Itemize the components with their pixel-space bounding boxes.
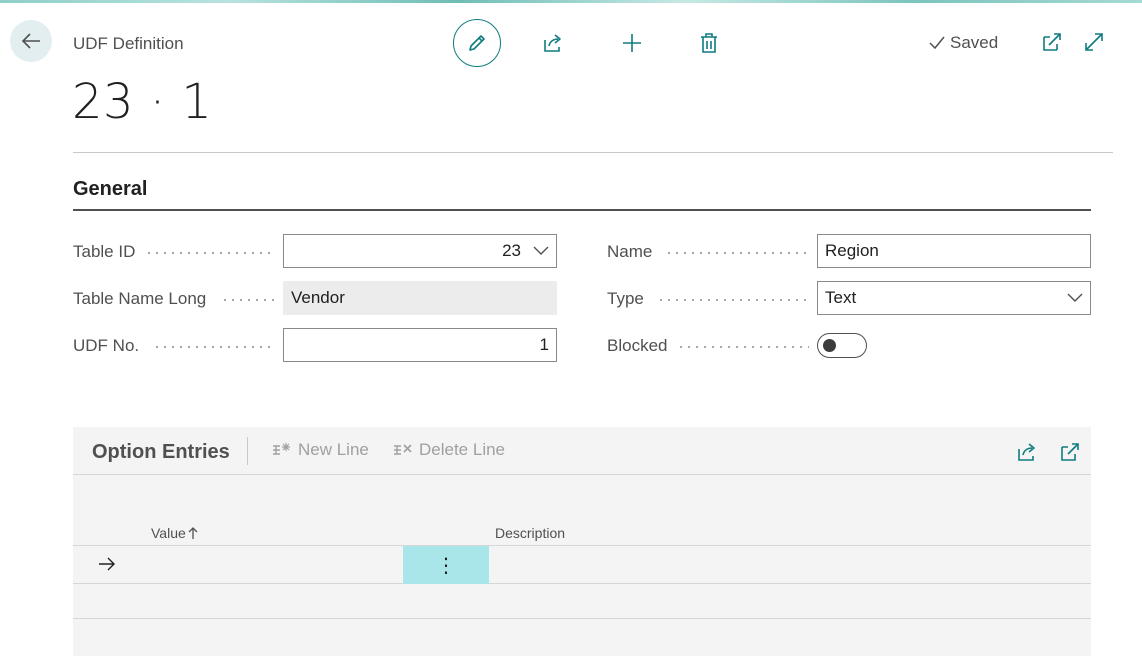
new-line-label: New Line	[298, 440, 369, 459]
leader-dots	[665, 252, 809, 254]
back-arrow-icon	[21, 33, 40, 49]
section-divider	[73, 209, 1091, 211]
column-header-description[interactable]: Description	[495, 525, 565, 541]
new-line-icon	[273, 443, 290, 455]
plus-icon	[623, 34, 641, 52]
table-id-label: Table ID	[73, 242, 136, 261]
option-entries-share-button[interactable]	[1014, 439, 1040, 465]
name-label: Name	[607, 242, 653, 261]
table-id-field[interactable]: 23	[283, 234, 557, 268]
name-field[interactable]: Region	[817, 234, 1091, 268]
option-entries-grid: Value Description ⋮	[73, 475, 1091, 656]
blocked-label: Blocked	[607, 336, 668, 355]
chevron-down-icon	[1067, 293, 1083, 302]
leader-dots	[657, 299, 809, 301]
share-icon	[1018, 443, 1035, 461]
checkmark-icon	[929, 36, 945, 50]
header-divider	[73, 152, 1113, 153]
option-entries-action-bar: Option Entries New Line Delete Line	[73, 427, 1091, 475]
udf-no-field[interactable]: 1	[283, 328, 557, 362]
table-name-long-label: Table Name Long	[73, 289, 207, 308]
record-title: 23 · 1	[72, 74, 213, 130]
table-name-long-field: Vendor	[283, 281, 557, 315]
option-entries-title[interactable]: Option Entries	[92, 441, 230, 464]
table-name-long-value: Vendor	[291, 288, 345, 307]
new-button[interactable]	[617, 28, 647, 58]
toggle-knob	[823, 339, 836, 352]
top-accent-stripe	[0, 0, 1142, 3]
delete-line-icon	[394, 444, 412, 455]
share-icon	[544, 34, 561, 52]
sort-ascending-icon	[188, 527, 198, 539]
delete-line-button[interactable]: Delete Line	[393, 440, 505, 460]
trash-icon	[701, 33, 717, 53]
udf-no-label: UDF No.	[73, 336, 140, 355]
expand-button[interactable]	[1080, 28, 1108, 56]
blocked-toggle[interactable]	[817, 333, 867, 358]
new-line-button[interactable]: New Line	[272, 440, 369, 460]
option-entries-part: Option Entries New Line Delete Line Valu…	[73, 427, 1091, 656]
column-header-description-label: Description	[495, 525, 566, 541]
share-button[interactable]	[538, 28, 568, 58]
leader-dots	[153, 346, 275, 348]
option-entries-expand-button[interactable]	[1057, 439, 1083, 465]
type-dropdown[interactable]	[1067, 293, 1083, 303]
type-label: Type	[607, 289, 644, 308]
leader-dots	[145, 252, 275, 254]
section-title-general: General	[73, 178, 148, 200]
column-header-value[interactable]: Value	[151, 525, 198, 541]
delete-line-label: Delete Line	[419, 440, 506, 459]
edit-button[interactable]	[453, 19, 501, 67]
name-value: Region	[825, 241, 879, 260]
saved-status: Saved	[928, 33, 998, 53]
leader-dots	[677, 346, 809, 348]
table-id-dropdown[interactable]	[533, 246, 549, 256]
type-value: Text	[825, 288, 857, 307]
pencil-icon	[469, 35, 485, 51]
column-header-value-label: Value	[151, 525, 186, 541]
udf-no-value: 1	[539, 335, 549, 354]
expand-icon	[1085, 33, 1103, 51]
delete-button[interactable]	[694, 28, 724, 58]
table-row[interactable]: ⋮	[73, 546, 1091, 584]
open-new-window-icon	[1043, 33, 1061, 51]
back-button[interactable]	[10, 20, 52, 62]
open-new-window-button[interactable]	[1038, 28, 1066, 56]
leader-dots	[221, 299, 275, 301]
action-bar-separator	[247, 437, 248, 465]
row-actions-menu[interactable]: ⋮	[403, 546, 489, 584]
page-caption: UDF Definition	[73, 34, 184, 53]
expand-icon	[1061, 443, 1079, 461]
chevron-down-icon	[533, 246, 549, 255]
saved-status-label: Saved	[950, 33, 999, 52]
table-row[interactable]	[73, 585, 1091, 619]
table-id-value: 23	[502, 241, 521, 260]
type-select[interactable]: Text	[817, 281, 1091, 315]
row-arrow-icon	[97, 555, 117, 578]
